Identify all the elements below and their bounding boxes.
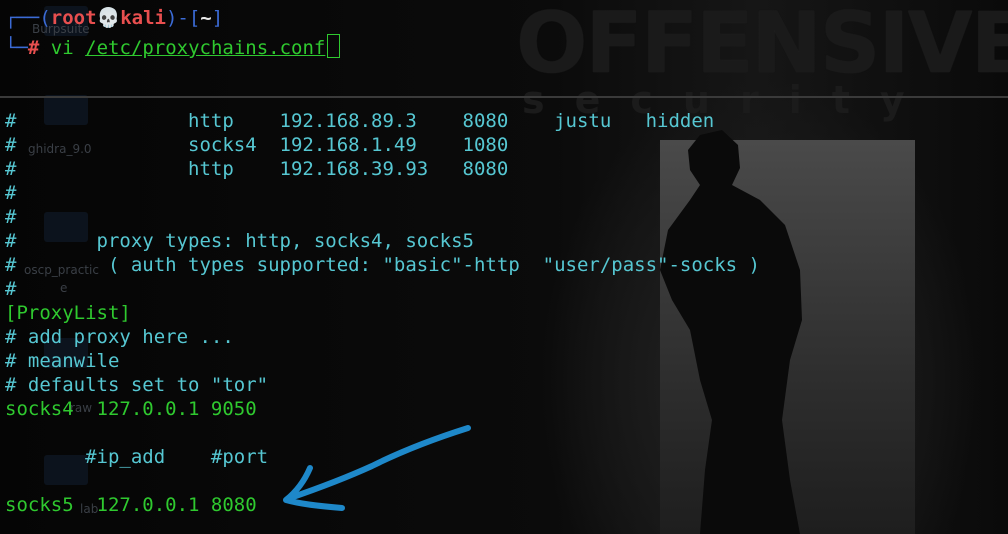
- hand-drawn-arrow-icon: [283, 425, 471, 511]
